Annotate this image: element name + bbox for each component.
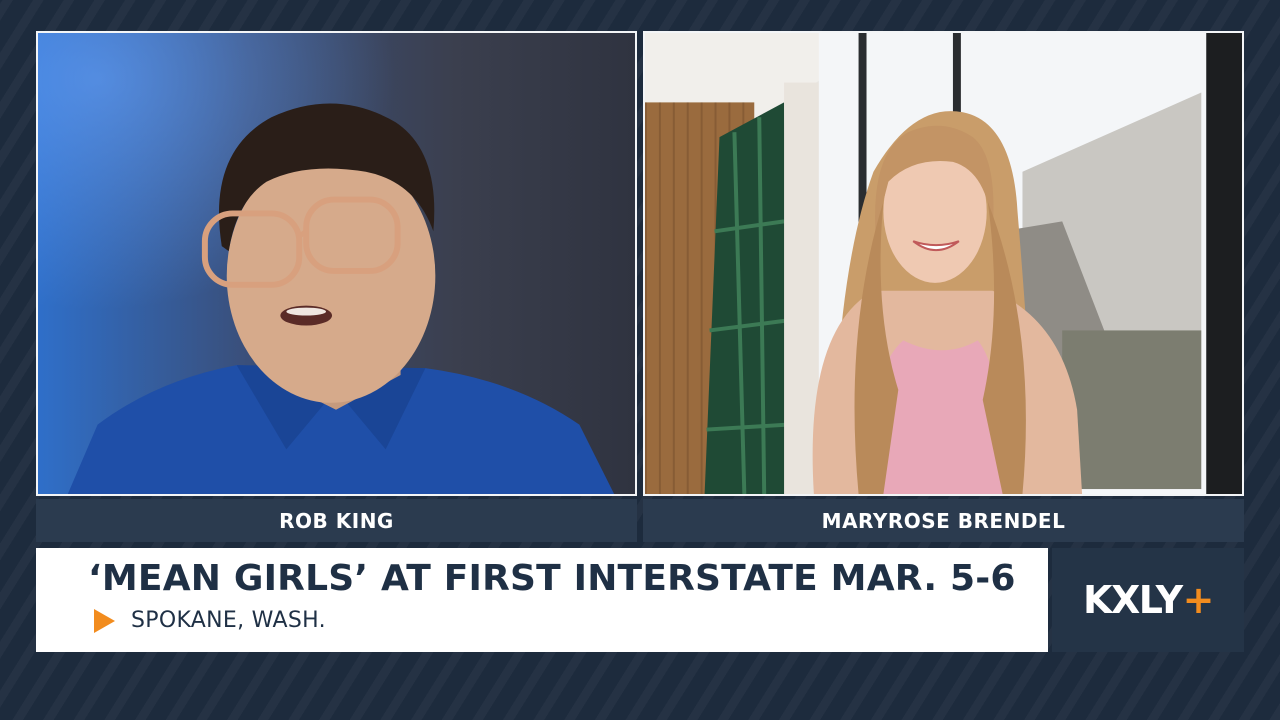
location-line: SPOKANE, WASH. (94, 608, 326, 633)
guest-nameplate: MARYROSE BRENDEL (643, 499, 1244, 542)
station-logo-text: KXLY (1083, 578, 1183, 622)
lower-third-banner: ‘MEAN GIRLS’ AT FIRST INTERSTATE MAR. 5-… (36, 548, 1048, 652)
station-logo-box: KXLY+ (1052, 548, 1244, 652)
broadcast-frame: ROB KING MARYROSE BRENDEL ‘MEAN GIRLS’ A… (0, 0, 1280, 720)
host-video-feed (36, 31, 637, 496)
host-name: ROB KING (279, 508, 394, 533)
guest-video-feed (643, 31, 1244, 496)
play-triangle-icon (94, 608, 115, 633)
station-logo-plus: + (1182, 578, 1215, 622)
guest-name: MARYROSE BRENDEL (821, 508, 1066, 533)
host-nameplate: ROB KING (36, 499, 637, 542)
headline: ‘MEAN GIRLS’ AT FIRST INTERSTATE MAR. 5-… (88, 558, 1016, 599)
guest-video-image (645, 33, 1242, 494)
host-video-image (38, 33, 635, 494)
station-logo: KXLY+ (1083, 578, 1215, 622)
location-text: SPOKANE, WASH. (131, 608, 326, 633)
